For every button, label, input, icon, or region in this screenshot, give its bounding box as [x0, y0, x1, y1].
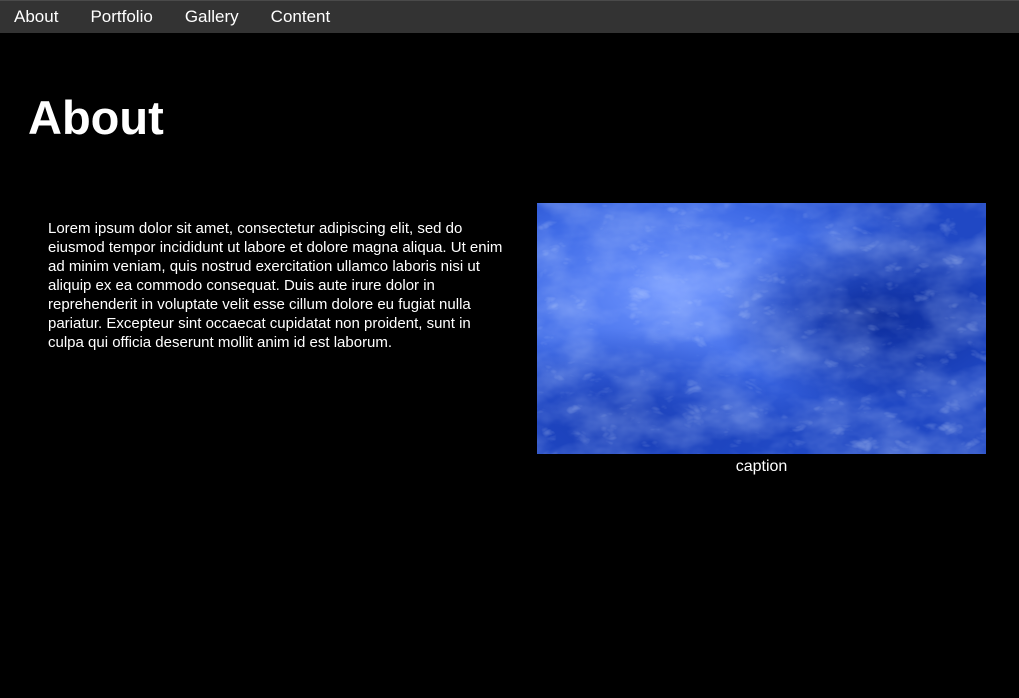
nav-item-about[interactable]: About: [0, 1, 74, 33]
about-figure: caption: [537, 203, 986, 480]
nav-item-gallery[interactable]: Gallery: [169, 1, 255, 33]
blue-smoke-image: [537, 203, 986, 454]
about-paragraph: Lorem ipsum dolor sit amet, consectetur …: [48, 220, 503, 351]
figure-caption: caption: [735, 458, 788, 475]
page-title: About: [28, 91, 164, 144]
nav-item-portfolio[interactable]: Portfolio: [74, 1, 168, 33]
top-navbar: About Portfolio Gallery Content: [0, 0, 1019, 33]
nav-item-content[interactable]: Content: [255, 1, 347, 33]
